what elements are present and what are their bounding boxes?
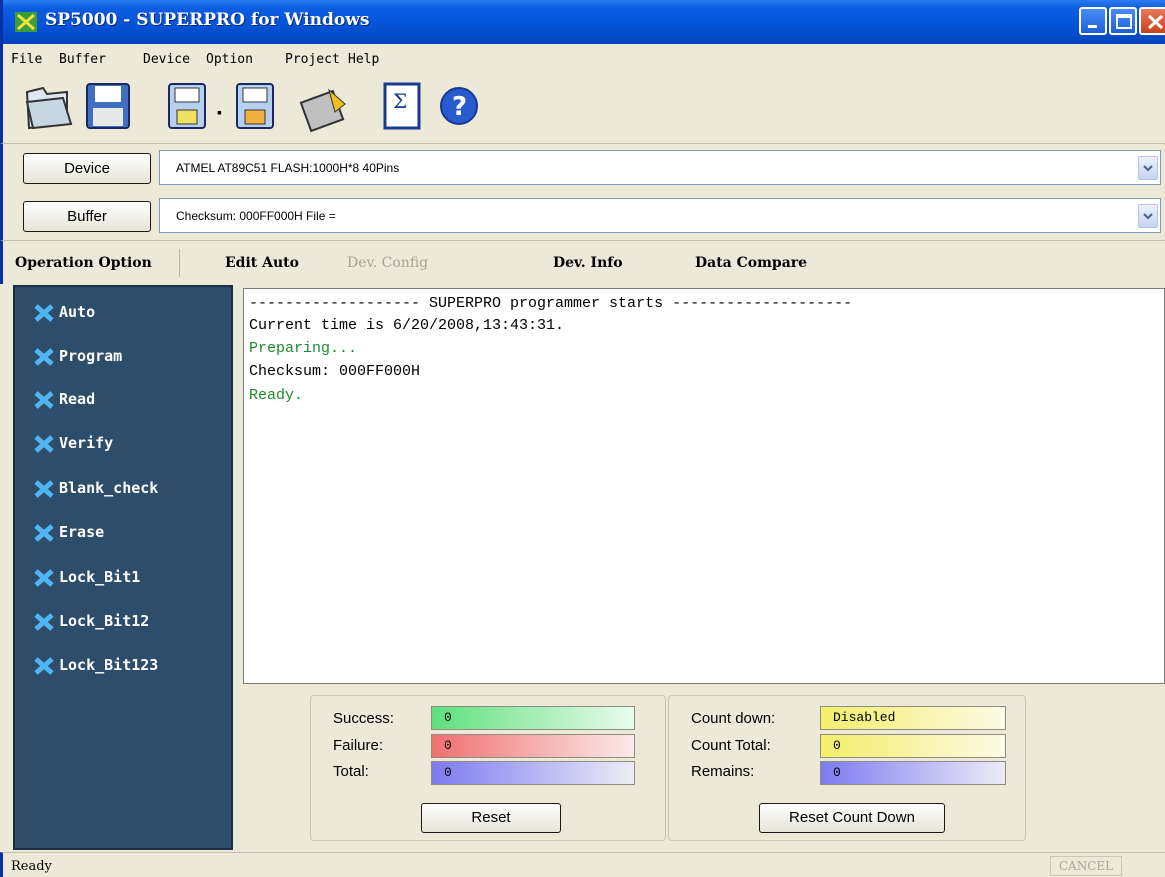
x-mark-icon [34, 480, 54, 498]
op-label: Lock_Bit123 [59, 656, 159, 674]
toolbar: ▪ Σ ? [0, 74, 1165, 144]
svg-text:Σ: Σ [393, 89, 407, 113]
load-chip-icon[interactable] [163, 80, 213, 134]
op-label: Lock_Bit1 [59, 568, 141, 586]
log-line: Checksum: 000FF000H [249, 363, 421, 380]
menu-file[interactable]: File [11, 52, 42, 67]
op-label: Blank_check [59, 479, 159, 497]
close-icon [1147, 14, 1164, 30]
device-value: ATMEL AT89C51 FLASH:1000H*8 40Pins [176, 161, 400, 175]
close-button[interactable] [1139, 7, 1165, 35]
buffer-select[interactable]: Checksum: 000FF000H File = [159, 198, 1161, 233]
minimize-button[interactable] [1079, 7, 1107, 35]
x-mark-icon [34, 657, 54, 675]
buffer-row: Buffer Checksum: 000FF000H File = [0, 192, 1165, 240]
x-mark-icon [34, 348, 54, 366]
tab-dev-config: Dev. Config [347, 255, 429, 271]
menu-option[interactable]: Option [206, 52, 253, 67]
device-button[interactable]: Device [23, 153, 151, 184]
menu-help[interactable]: Help [348, 52, 379, 67]
tab-bar: Operation Option Edit Auto Dev. Config D… [0, 240, 1165, 284]
x-mark-icon [34, 613, 54, 631]
x-mark-icon [34, 391, 54, 409]
device-row: Device ATMEL AT89C51 FLASH:1000H*8 40Pin… [0, 144, 1165, 192]
success-value: 0 [431, 706, 635, 730]
checksum-sigma-icon[interactable]: Σ [377, 80, 427, 134]
save-disk-icon[interactable] [83, 80, 133, 134]
total-label: Total: [333, 763, 369, 780]
status-text: Ready [11, 859, 52, 874]
log-line: Ready. [249, 387, 304, 404]
menu-buffer[interactable]: Buffer [59, 52, 106, 67]
app-icon [15, 12, 37, 32]
svg-text:?: ? [452, 92, 467, 122]
help-icon[interactable]: ? [435, 80, 485, 134]
menu-project[interactable]: Project [285, 52, 340, 67]
tab-edit-auto[interactable]: Edit Auto [225, 255, 299, 271]
success-label: Success: [333, 710, 394, 727]
minimize-icon [1088, 25, 1097, 28]
menu-device[interactable]: Device [143, 52, 190, 67]
op-label: Lock_Bit12 [59, 612, 150, 630]
reset-count-down-button[interactable]: Reset Count Down [759, 803, 945, 833]
save-chip-icon[interactable] [231, 80, 281, 134]
op-label: Read [59, 390, 96, 408]
count-total-label: Count Total: [691, 737, 771, 754]
chevron-down-icon[interactable] [1138, 156, 1158, 180]
remains-value: 0 [820, 761, 1006, 785]
window-title: SP5000 - SUPERPRO for Windows [45, 10, 370, 30]
log-line: ------------------- SUPERPRO programmer … [249, 295, 853, 312]
device-select[interactable]: ATMEL AT89C51 FLASH:1000H*8 40Pins [159, 150, 1161, 185]
title-bar[interactable]: SP5000 - SUPERPRO for Windows [0, 0, 1165, 44]
operations-panel: Auto Program Read Verify Blank_check Era… [13, 285, 233, 850]
count-total-value: 0 [820, 734, 1006, 758]
tab-dev-info[interactable]: Dev. Info [553, 255, 623, 271]
log-output[interactable]: ------------------- SUPERPRO programmer … [243, 288, 1165, 684]
countdown-label: Count down: [691, 710, 776, 727]
x-mark-icon [34, 569, 54, 587]
log-line: Current time is 6/20/2008,13:43:31. [249, 317, 565, 334]
total-value: 0 [431, 761, 635, 785]
buffer-value: Checksum: 000FF000H File = [176, 209, 336, 223]
op-label: Auto [59, 303, 96, 321]
maximize-icon [1116, 14, 1132, 29]
op-label: Verify [59, 434, 114, 452]
op-label: Program [59, 347, 123, 365]
x-mark-icon [34, 524, 54, 542]
remains-label: Remains: [691, 763, 755, 780]
countdown-group: Count down: Disabled Count Total: 0 Rema… [668, 695, 1026, 841]
dropdown-arrow-icon[interactable]: ▪ [217, 104, 222, 120]
failure-label: Failure: [333, 737, 384, 754]
log-line: Preparing... [249, 340, 358, 357]
result-counters-group: Success: 0 Failure: 0 Total: 0 Reset [310, 695, 666, 841]
x-mark-icon [34, 304, 54, 322]
tab-separator [179, 249, 180, 277]
cancel-button: CANCEL [1050, 856, 1122, 876]
stats-panel: Success: 0 Failure: 0 Total: 0 Reset Cou… [243, 684, 1165, 852]
failure-value: 0 [431, 734, 635, 758]
reset-button[interactable]: Reset [421, 803, 561, 833]
menu-bar: File Buffer Device Option Project Help [0, 44, 1165, 74]
countdown-value: Disabled [820, 706, 1006, 730]
x-mark-icon [34, 435, 54, 453]
buffer-button[interactable]: Buffer [23, 201, 151, 232]
op-label: Erase [59, 523, 105, 541]
status-bar: Ready CANCEL [0, 852, 1165, 877]
open-folder-icon[interactable] [23, 80, 73, 134]
tab-operation-option[interactable]: Operation Option [15, 255, 152, 271]
tab-data-compare[interactable]: Data Compare [695, 255, 807, 271]
auto-program-icon[interactable] [299, 80, 349, 134]
chevron-down-icon[interactable] [1138, 204, 1158, 228]
maximize-button[interactable] [1109, 7, 1137, 35]
